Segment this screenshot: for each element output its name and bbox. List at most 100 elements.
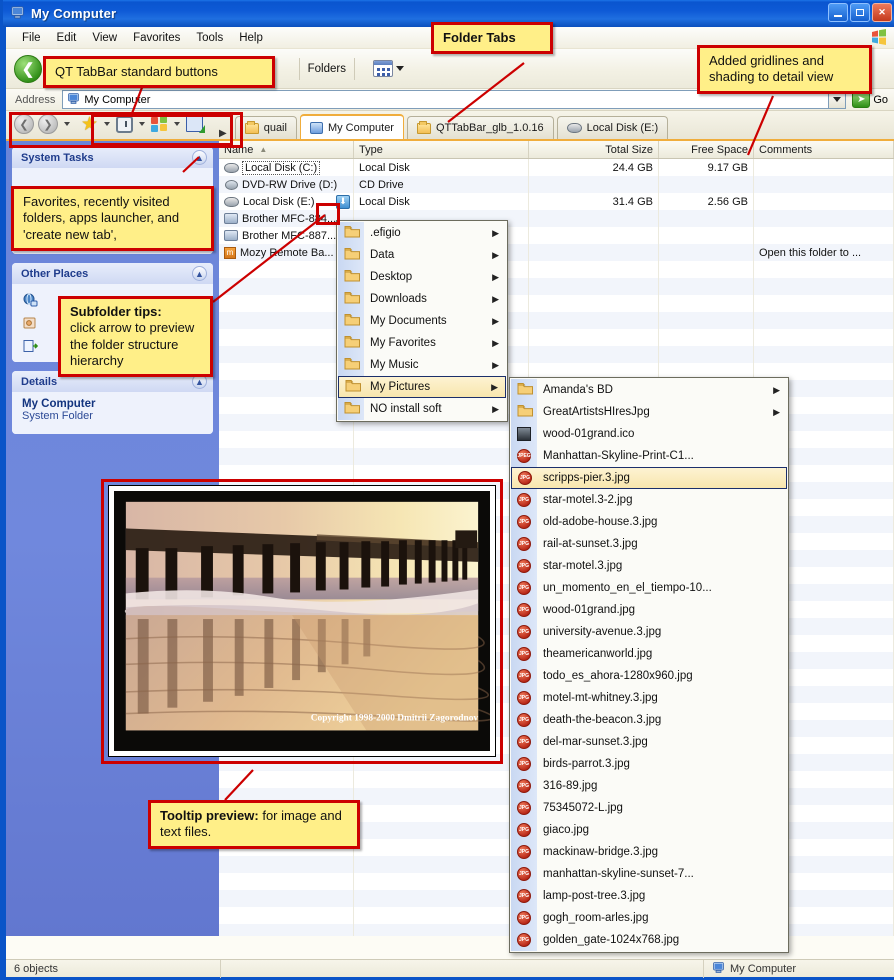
callout-text: click arrow to preview the folder struct… bbox=[70, 320, 195, 368]
menu-item[interactable]: JPG theamericanworld.jpg bbox=[511, 643, 787, 665]
empty-cell bbox=[754, 278, 894, 295]
menu-item[interactable]: wood-01grand.ico bbox=[511, 423, 787, 445]
empty-cell bbox=[529, 261, 659, 278]
menu-item[interactable]: Downloads ▶ bbox=[338, 288, 506, 310]
menu-item[interactable]: JPG wood-01grand.jpg bbox=[511, 599, 787, 621]
jpeg-file-icon: JPEG bbox=[517, 449, 531, 463]
menu-item[interactable]: .efigio ▶ bbox=[338, 222, 506, 244]
menu-item[interactable]: JPG golden_gate-1024x768.jpg bbox=[511, 929, 787, 951]
menu-item[interactable]: JPG motel-mt-whitney.3.jpg bbox=[511, 687, 787, 709]
tab-my-computer[interactable]: My Computer bbox=[299, 114, 404, 139]
go-label: Go bbox=[873, 93, 888, 106]
menu-item[interactable]: Desktop ▶ bbox=[338, 266, 506, 288]
menu-item-edit[interactable]: Edit bbox=[49, 30, 85, 46]
column-header-type[interactable]: Type bbox=[354, 141, 529, 158]
menu-item[interactable]: JPG mackinaw-bridge.3.jpg bbox=[511, 841, 787, 863]
folder-icon bbox=[517, 404, 534, 421]
chevron-right-icon: ▶ bbox=[773, 406, 780, 417]
menu-item-file[interactable]: File bbox=[14, 30, 49, 46]
menu-item[interactable]: My Favorites ▶ bbox=[338, 332, 506, 354]
menu-item[interactable]: Data ▶ bbox=[338, 244, 506, 266]
table-row[interactable]: Brother MFC-887... bbox=[219, 227, 894, 244]
menu-item-label: Amanda's BD bbox=[543, 384, 613, 396]
menu-item[interactable]: Amanda's BD ▶ bbox=[511, 379, 787, 401]
close-button[interactable]: ✕ bbox=[872, 3, 892, 22]
column-header-comments[interactable]: Comments bbox=[754, 141, 894, 158]
menu-item[interactable]: JPG un_momento_en_el_tiempo-10... bbox=[511, 577, 787, 599]
back-arrow-icon[interactable]: ❮ bbox=[14, 54, 42, 83]
empty-cell bbox=[754, 346, 894, 363]
menu-item[interactable]: JPG manhattan-skyline-sunset-7... bbox=[511, 863, 787, 885]
status-bar: 6 objects My Computer bbox=[6, 959, 894, 978]
go-button[interactable]: ➤ Go bbox=[846, 91, 894, 108]
menu-item[interactable]: GreatArtistsHIresJpg ▶ bbox=[511, 401, 787, 423]
menu-item[interactable]: JPG old-adobe-house.3.jpg bbox=[511, 511, 787, 533]
table-row[interactable]: Local Disk (C:) Local Disk 24.4 GB 9.17 … bbox=[219, 159, 894, 176]
menu-item-label: golden_gate-1024x768.jpg bbox=[543, 934, 680, 946]
callout-favorites-note: Favorites, recently visited folders, app… bbox=[11, 186, 214, 251]
menu-item[interactable]: JPG birds-parrot.3.jpg bbox=[511, 753, 787, 775]
jpg-file-icon: JPG bbox=[517, 933, 531, 947]
chevron-down-icon[interactable] bbox=[396, 66, 404, 71]
chevron-up-icon[interactable]: ▲ bbox=[192, 150, 207, 165]
menu-item[interactable]: JPG lamp-post-tree.3.jpg bbox=[511, 885, 787, 907]
column-header-free-space[interactable]: Free Space bbox=[659, 141, 754, 158]
tab-quail[interactable]: quail bbox=[234, 116, 297, 139]
panel-title: Other Places bbox=[21, 267, 89, 280]
folder-icon bbox=[344, 313, 361, 330]
panel-header[interactable]: Other Places ▲ bbox=[12, 263, 213, 284]
menu-item-label: todo_es_ahora-1280x960.jpg bbox=[543, 670, 693, 682]
menu-item[interactable]: JPG rail-at-sunset.3.jpg bbox=[511, 533, 787, 555]
menu-item[interactable]: JPG 316-89.jpg bbox=[511, 775, 787, 797]
minimize-button[interactable] bbox=[828, 3, 848, 22]
menu-item[interactable]: JPG star-motel.3.jpg bbox=[511, 555, 787, 577]
table-row[interactable]: DVD-RW Drive (D:) CD Drive bbox=[219, 176, 894, 193]
highlight-qt-button-group bbox=[91, 114, 233, 146]
table-row[interactable]: m Mozy Remote Ba... Open this folder to … bbox=[219, 244, 894, 261]
menu-item-tools[interactable]: Tools bbox=[188, 30, 231, 46]
chevron-up-icon[interactable]: ▲ bbox=[192, 266, 207, 281]
empty-cell bbox=[219, 907, 354, 924]
menu-item[interactable]: NO install soft ▶ bbox=[338, 398, 506, 420]
menu-item[interactable]: JPG star-motel.3-2.jpg bbox=[511, 489, 787, 511]
jpg-file-icon: JPG bbox=[517, 559, 531, 573]
menu-item[interactable]: JPG giaco.jpg bbox=[511, 819, 787, 841]
menu-item[interactable]: JPG 75345072-L.jpg bbox=[511, 797, 787, 819]
toolbar-divider-2 bbox=[354, 57, 355, 80]
menu-item[interactable]: JPG university-avenue.3.jpg bbox=[511, 621, 787, 643]
empty-cell bbox=[354, 788, 529, 805]
menu-item[interactable]: My Documents ▶ bbox=[338, 310, 506, 332]
cell-comments bbox=[754, 159, 894, 176]
column-header-total-size[interactable]: Total Size bbox=[529, 141, 659, 158]
menu-item-favorites[interactable]: Favorites bbox=[125, 30, 188, 46]
menu-item[interactable]: JPG todo_es_ahora-1280x960.jpg bbox=[511, 665, 787, 687]
menu-item-label: My Pictures bbox=[370, 381, 431, 393]
menu-item[interactable]: JPG scripps-pier.3.jpg bbox=[511, 467, 787, 489]
menu-item[interactable]: My Pictures ▶ bbox=[338, 376, 506, 398]
menu-item-label: old-adobe-house.3.jpg bbox=[543, 516, 658, 528]
subfolder-menu: .efigio ▶ Data ▶ Desktop ▶ Downloads ▶ My Docume… bbox=[336, 220, 508, 422]
tab-qttabbar-glb[interactable]: QTTabBar_glb_1.0.16 bbox=[406, 116, 554, 139]
empty-cell bbox=[219, 312, 354, 329]
cell-comments: Open this folder to ... bbox=[754, 244, 894, 261]
menu-item-view[interactable]: View bbox=[84, 30, 125, 46]
menu-item[interactable]: JPEG Manhattan-Skyline-Print-C1... bbox=[511, 445, 787, 467]
row-label: Mozy Remote Ba... bbox=[240, 246, 334, 259]
empty-cell bbox=[219, 397, 354, 414]
menu-item[interactable]: My Music ▶ bbox=[338, 354, 506, 376]
menu-item-help[interactable]: Help bbox=[231, 30, 271, 46]
maximize-button[interactable] bbox=[850, 3, 870, 22]
menu-item-label: del-mar-sunset.3.jpg bbox=[543, 736, 648, 748]
details-title: My Computer bbox=[22, 398, 96, 410]
empty-row bbox=[219, 329, 894, 346]
folders-button[interactable]: Folders bbox=[308, 63, 346, 75]
menu-item[interactable]: JPG del-mar-sunset.3.jpg bbox=[511, 731, 787, 753]
empty-cell bbox=[754, 329, 894, 346]
folder-icon bbox=[244, 120, 259, 134]
panel-header[interactable]: System Tasks ▲ bbox=[12, 147, 213, 168]
tab-local-disk-e[interactable]: Local Disk (E:) bbox=[556, 116, 669, 139]
views-button[interactable] bbox=[373, 60, 404, 77]
cell-total-size bbox=[529, 176, 659, 193]
menu-item[interactable]: JPG death-the-beacon.3.jpg bbox=[511, 709, 787, 731]
menu-item[interactable]: JPG gogh_room-arles.jpg bbox=[511, 907, 787, 929]
